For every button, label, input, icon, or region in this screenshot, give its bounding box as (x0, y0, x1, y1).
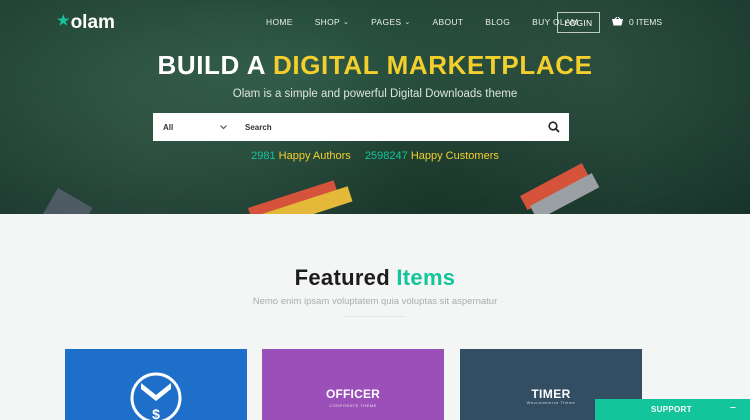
customers-count: 2598247 (364, 150, 408, 162)
support-tab[interactable]: SUPPORT – (595, 399, 750, 420)
card-title: OFFICER (325, 387, 381, 401)
nav-item-pages[interactable]: PAGES ⌄ (371, 17, 410, 27)
headline-highlight: DIGITAL MARKETPLACE (273, 50, 593, 80)
category-select[interactable]: All (153, 113, 237, 141)
logo-text: olam (70, 12, 115, 33)
basket-icon (612, 17, 623, 26)
authors-label: Happy Authors (278, 150, 351, 162)
nav-item-home[interactable]: HOME (266, 17, 293, 27)
nav-label: BLOG (485, 17, 511, 27)
main-menu: HOME SHOP ⌄ PAGES ⌄ ABOUT BLOG BUY OLAM (266, 17, 600, 27)
nav-label: HOME (266, 17, 293, 27)
login-button[interactable]: LOGIN (557, 12, 600, 33)
dollar-download-icon: $ (130, 372, 182, 420)
chevron-down-icon (220, 124, 227, 129)
search-button[interactable] (539, 113, 569, 141)
chevron-down-icon: ⌄ (343, 19, 350, 26)
nav-item-about[interactable]: ABOUT (433, 17, 464, 27)
featured-card[interactable]: OFFICER CORPORATE THEME (262, 349, 444, 420)
hero-section: ★ olam HOME SHOP ⌄ PAGES ⌄ ABOUT BLOG BUY … (0, 0, 750, 214)
card-subtitle: CORPORATE THEME (329, 403, 377, 408)
site-logo[interactable]: ★ olam (57, 12, 115, 34)
authors-count: 2981 (251, 150, 276, 162)
chevron-down-icon: ⌄ (404, 19, 411, 26)
featured-heading: Featured Items (0, 265, 750, 291)
headline-text: BUILD A (157, 50, 266, 80)
customers-label: Happy Customers (410, 150, 499, 162)
nav-label: PAGES (371, 17, 402, 27)
category-value: All (163, 122, 174, 132)
featured-subtitle: Nemo enim ipsam voluptatem quia voluptas… (252, 296, 498, 307)
hero-stats: 2981 Happy Authors 2598247 Happy Custome… (0, 150, 750, 162)
nav-item-blog[interactable]: BLOG (485, 17, 510, 27)
svg-text:$: $ (152, 406, 160, 420)
top-nav: ★ olam HOME SHOP ⌄ PAGES ⌄ ABOUT BLOG BUY … (0, 12, 750, 34)
search-input[interactable] (237, 113, 539, 141)
nav-item-shop[interactable]: SHOP ⌄ (315, 17, 349, 27)
featured-card[interactable]: $ (65, 349, 247, 420)
hero-headline: BUILD A DIGITAL MARKETPLACE (0, 50, 750, 81)
search-icon (548, 121, 560, 133)
featured-title-text: Featured (294, 265, 390, 290)
section-divider (345, 316, 405, 317)
hero-subtitle: Olam is a simple and powerful Digital Do… (232, 88, 518, 100)
support-label: SUPPORT (651, 405, 692, 414)
cart-link[interactable]: 0 ITEMS (612, 17, 662, 27)
nav-label: ABOUT (432, 17, 464, 27)
search-bar: All (153, 113, 569, 141)
nav-label: SHOP (314, 17, 340, 27)
minimize-icon[interactable]: – (730, 402, 736, 413)
star-icon: ★ (57, 11, 70, 28)
cart-count: 0 ITEMS (629, 17, 663, 27)
featured-title-accent: Items (396, 265, 456, 290)
